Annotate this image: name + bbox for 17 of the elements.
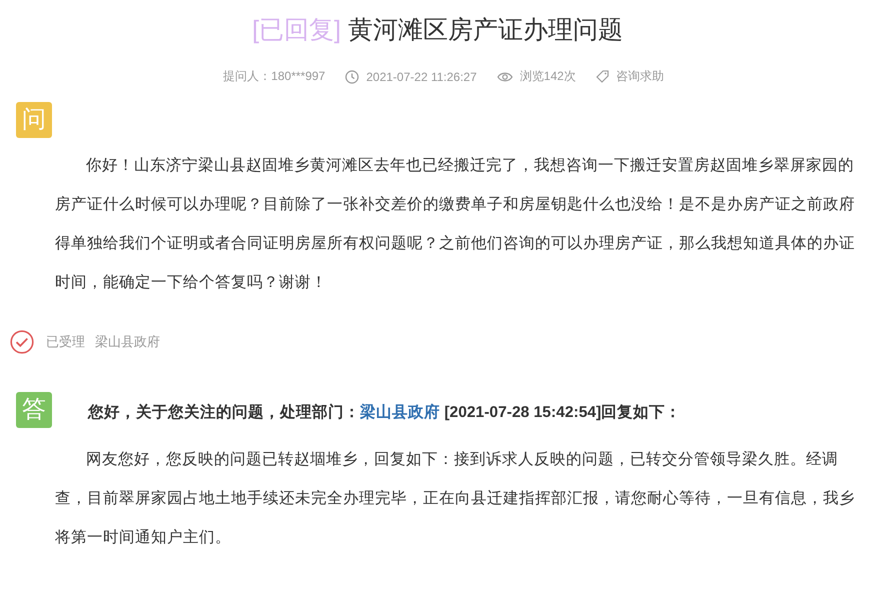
department-label: 梁山县政府 [95,333,160,351]
category-label: 咨询求助 [616,68,664,85]
check-circle-icon [10,330,34,354]
view-count: 浏览142次 [520,68,576,85]
reply-header: 您好，关于您关注的问题，处理部门：梁山县政府 [2021-07-28 15:42:54]回复如下： [88,402,682,422]
clock-icon [345,70,360,84]
answer-badge: 答 [16,392,52,428]
answer-text: 网友您好，您反映的问题已转赵堌堆乡，回复如下：接到诉求人反映的问题，已转交分管领导梁久胜。经调查，目前翠屏家园占地土地手续还未完全办理完毕，正在向县迁建指挥部汇报，请您耐心等待，一旦有信息，我乡将第一时间通知户主们。 [55,450,856,548]
asker-label: 提问人：180***997 [223,68,326,85]
department-link[interactable]: 梁山县政府 [360,404,440,420]
status-label: 已受理 [46,333,85,351]
question-text: 你好！山东济宁梁山县赵固堆乡黄河滩区去年也已经搬迁完了，我想咨询一下搬迁安置房赵固堆乡翠屏家园的房产证什么时候可以办理呢？目前除了一张补交差价的缴费单子和房屋钥匙什么也没给！是不是办房产证之前政府得单独给我们个证明或者合同证明房屋所有权问题呢？之前他们咨询的可以办理房产证，那么我想知道具体的办证时间，能确定一下给个答复吗？谢谢！ [55,156,856,293]
tag-icon [596,70,609,83]
post-time: 2021-07-22 11:26:27 [366,70,477,84]
question-badge: 问 [16,102,52,138]
page-title: [已回复] 黄河滩区房产证办理问题 [251,15,624,46]
eye-icon [496,70,513,82]
